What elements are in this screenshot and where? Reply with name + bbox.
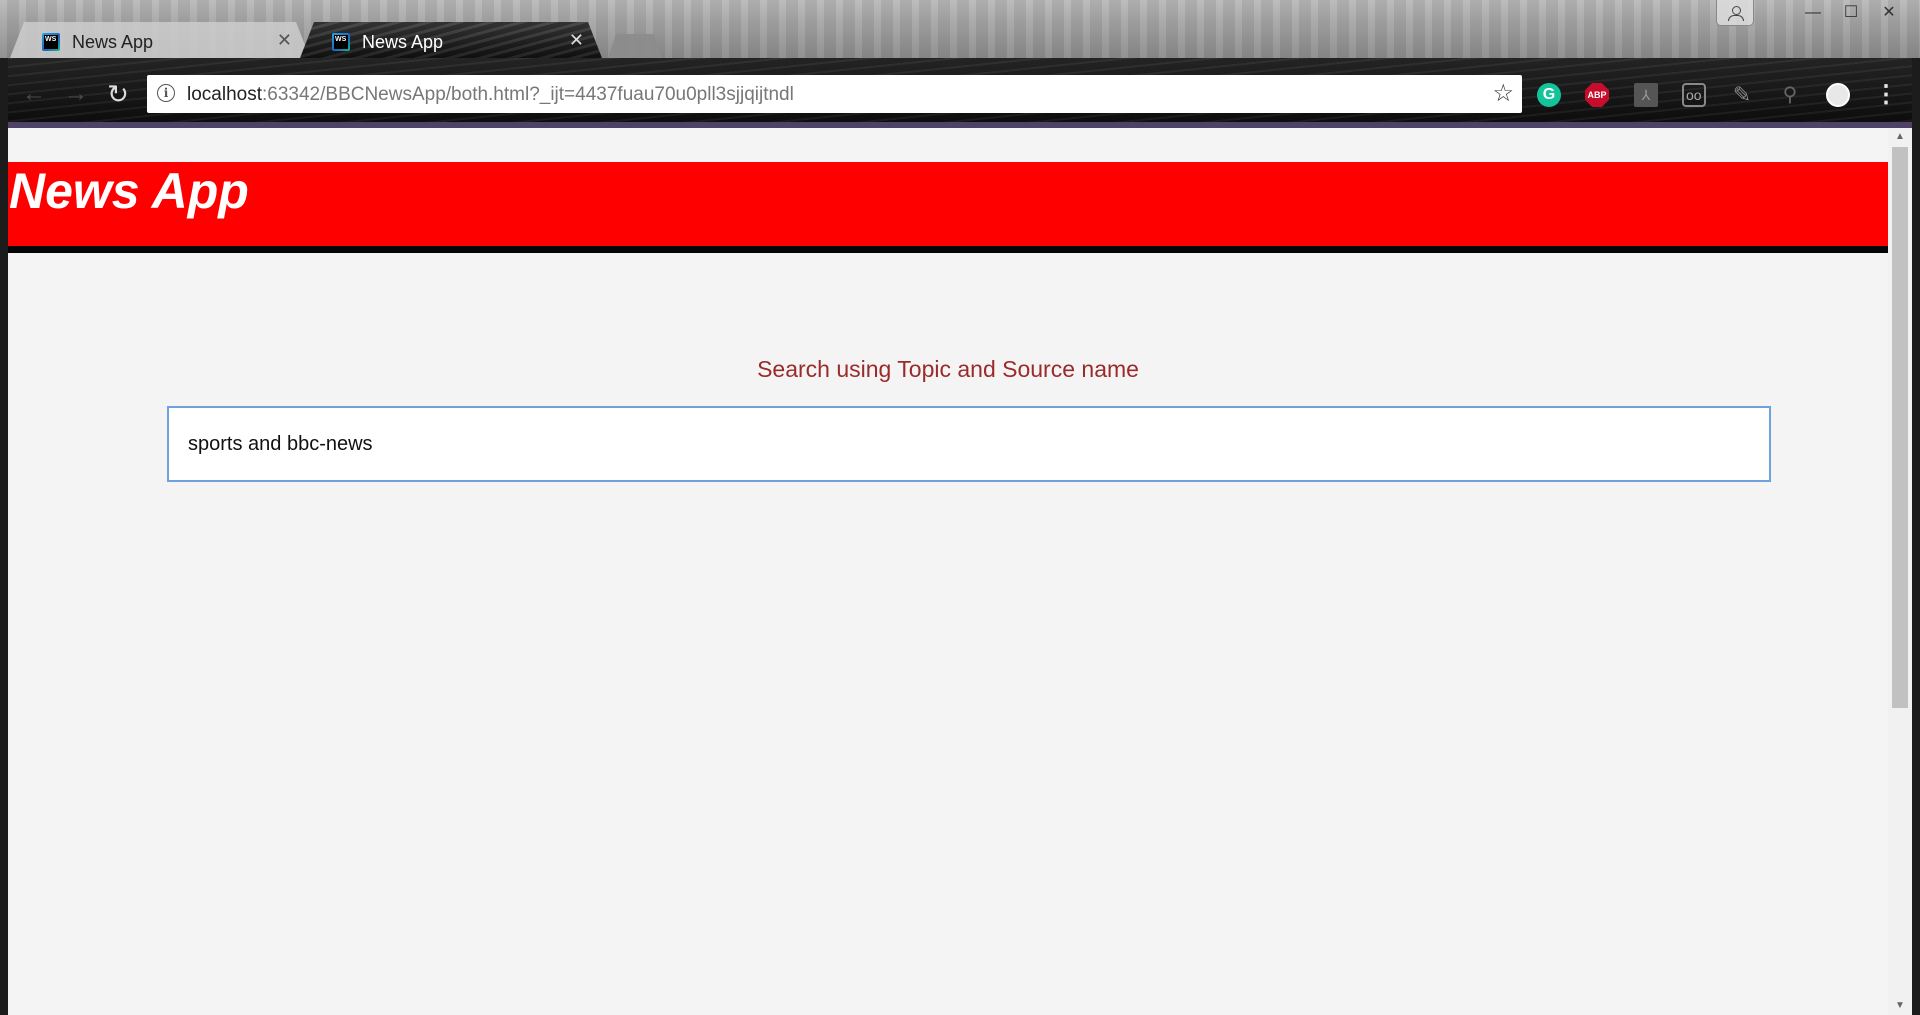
reload-button[interactable]: ↻ (104, 80, 132, 108)
tab-title: News App (362, 32, 444, 52)
magnifier-icon[interactable]: ⚲ (1778, 83, 1802, 107)
page-title: News App (9, 163, 249, 219)
menu-icon[interactable]: ⋮ (1874, 83, 1898, 107)
pen-icon[interactable]: ✎ (1730, 83, 1754, 107)
maximize-button[interactable]: ☐ (1832, 0, 1870, 28)
tab-news-app-1[interactable]: News App ✕ (10, 22, 310, 58)
person-icon (1732, 6, 1741, 15)
back-button[interactable]: ← (20, 80, 48, 108)
window-controls: — ☐ ✕ (1794, 0, 1908, 28)
tab-news-app-2[interactable]: News App ✕ (300, 22, 602, 58)
url-path: :63342/BBCNewsApp/both.html?_ijt=4437fua… (262, 84, 794, 105)
profile-button[interactable] (1716, 0, 1754, 26)
glasses-icon[interactable] (1682, 83, 1706, 107)
webstorm-favicon-icon (42, 33, 60, 51)
bookmark-star-icon[interactable]: ☆ (1492, 79, 1514, 108)
search-input[interactable] (167, 406, 1771, 482)
vertical-scrollbar[interactable]: ▲ ▼ (1888, 128, 1912, 1015)
app-header: News App (8, 162, 1888, 253)
webstorm-favicon-icon (332, 33, 350, 51)
minimize-button[interactable]: — (1794, 0, 1832, 28)
tab-title: News App (72, 32, 154, 52)
browser-window: News App ✕ News App ✕ — ☐ ✕ ← → ↻ i loca… (0, 0, 1920, 1015)
address-bar[interactable]: i localhost:63342/BBCNewsApp/both.html?_… (147, 75, 1522, 113)
search-label: Search using Topic and Source name (757, 356, 1139, 382)
grammarly-icon[interactable]: G (1537, 83, 1561, 107)
person-body-icon (1728, 15, 1744, 21)
page-viewport: News App Search using Topic and Source n… (8, 128, 1912, 1015)
scroll-up-arrow-icon[interactable]: ▲ (1888, 128, 1912, 146)
scroll-thumb[interactable] (1892, 147, 1908, 708)
tab-close-icon[interactable]: ✕ (277, 30, 292, 50)
scroll-down-arrow-icon[interactable]: ▼ (1888, 997, 1912, 1015)
adblock-plus-icon[interactable]: ABP (1585, 83, 1609, 107)
window-frame-right (1912, 58, 1920, 1015)
forward-button[interactable]: → (62, 80, 90, 108)
pdf-icon[interactable]: ⅄ (1634, 83, 1658, 107)
close-window-button[interactable]: ✕ (1870, 0, 1908, 28)
circle-extension-icon[interactable] (1826, 83, 1850, 107)
tab-strip: News App ✕ News App ✕ — ☐ ✕ (0, 0, 1920, 58)
browser-toolbar: ← → ↻ i localhost:63342/BBCNewsApp/both.… (0, 58, 1920, 128)
new-tab-button[interactable] (608, 34, 662, 58)
window-frame-left (0, 58, 8, 1015)
site-info-icon[interactable]: i (157, 84, 175, 102)
tab-close-icon[interactable]: ✕ (569, 30, 584, 50)
url-host: localhost (187, 84, 262, 105)
url-text[interactable]: localhost:63342/BBCNewsApp/both.html?_ij… (187, 84, 794, 106)
